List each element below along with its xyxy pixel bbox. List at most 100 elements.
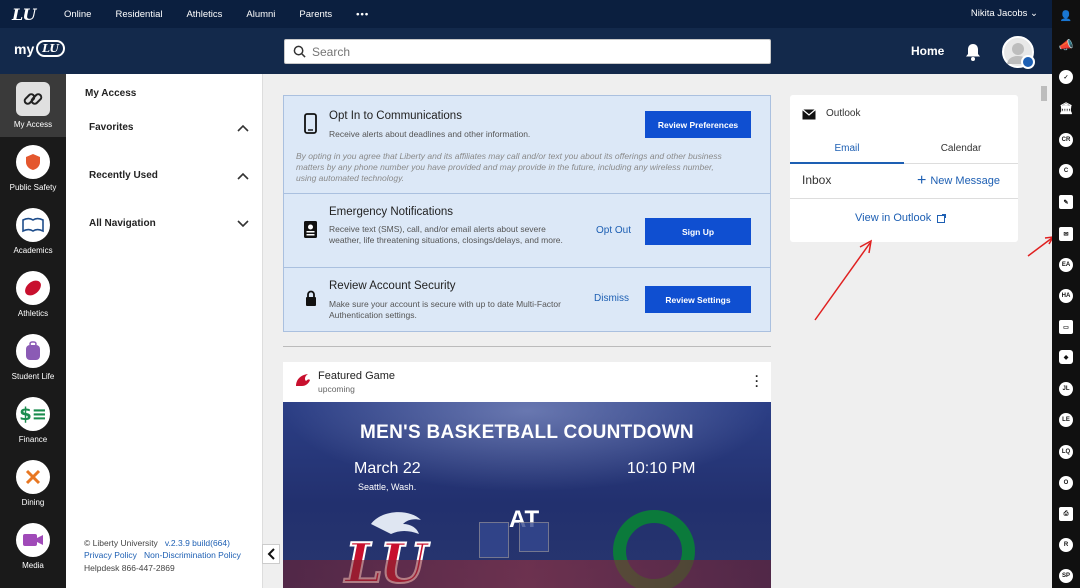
laptop-icon[interactable]: ▭ bbox=[1059, 320, 1073, 334]
leftnav-finance[interactable]: $≡ Finance bbox=[0, 389, 66, 452]
subnav-recently-used[interactable]: Recently Used bbox=[89, 170, 249, 181]
leftnav-label: Dining bbox=[21, 498, 45, 507]
outlook-card: Outlook Email Calendar Inbox + New Messa… bbox=[790, 95, 1018, 242]
collapse-sidebar-button[interactable] bbox=[262, 544, 280, 564]
top-nav-parents[interactable]: Parents bbox=[287, 9, 344, 20]
user-list-icon[interactable]: 👤 bbox=[1059, 9, 1073, 23]
mylu-logo[interactable]: my LU bbox=[14, 40, 65, 57]
leftnav-public-safety[interactable]: Public Safety bbox=[0, 137, 66, 200]
leftnav-academics[interactable]: Academics bbox=[0, 200, 66, 263]
jl-icon[interactable]: JL bbox=[1059, 382, 1073, 396]
document-icon[interactable]: ✎ bbox=[1059, 195, 1073, 209]
nondiscrimination-link[interactable]: Non-Discrimination Policy bbox=[144, 550, 241, 560]
opt-out-link[interactable]: Opt Out bbox=[596, 225, 631, 236]
chevron-down-icon[interactable] bbox=[237, 219, 249, 228]
lu-logo[interactable]: LU bbox=[12, 5, 42, 24]
top-nav-online[interactable]: Online bbox=[52, 9, 103, 20]
print-icon[interactable]: ⎙ bbox=[1059, 507, 1073, 521]
subnav-row-label: Favorites bbox=[89, 122, 134, 133]
avatar-settings-icon[interactable] bbox=[1021, 55, 1035, 69]
annotation-arrow bbox=[814, 239, 872, 321]
tag-icon[interactable]: ◆ bbox=[1059, 350, 1073, 364]
scroll-thumb[interactable] bbox=[1041, 86, 1047, 101]
view-in-outlook-link[interactable]: View in Outlook bbox=[855, 212, 947, 224]
scrollbar[interactable] bbox=[1038, 78, 1050, 588]
dismiss-link[interactable]: Dismiss bbox=[594, 293, 629, 304]
leftnav-label: Athletics bbox=[17, 309, 49, 318]
lq-icon[interactable]: LQ bbox=[1059, 445, 1073, 459]
leftnav-label: Public Safety bbox=[9, 183, 57, 192]
more-options-icon[interactable]: · · · bbox=[755, 370, 759, 392]
cr-icon[interactable]: CR bbox=[1059, 133, 1073, 147]
search-box[interactable] bbox=[284, 39, 771, 64]
user-menu[interactable]: Nikita Jacobs ⌄ bbox=[971, 8, 1038, 19]
featured-game-image[interactable]: MEN'S BASKETBALL COUNTDOWN March 22 Seat… bbox=[283, 402, 771, 588]
privacy-link[interactable]: Privacy Policy bbox=[84, 550, 137, 560]
more-menu-icon[interactable]: ••• bbox=[344, 9, 381, 20]
search-input[interactable] bbox=[312, 44, 752, 59]
bell-icon[interactable] bbox=[964, 42, 982, 65]
leftnav-media[interactable]: Media bbox=[0, 515, 66, 578]
le-icon[interactable]: LE bbox=[1059, 413, 1073, 427]
security-desc: Make sure your account is secure with up… bbox=[329, 299, 561, 320]
top-nav-alumni[interactable]: Alumni bbox=[234, 9, 287, 20]
new-message-label: New Message bbox=[930, 175, 1001, 187]
leftnav-label: Media bbox=[22, 561, 44, 570]
security-section: Review Account Security Make sure your a… bbox=[284, 268, 770, 331]
lock-icon bbox=[306, 290, 316, 306]
bank-icon[interactable]: 🏛 bbox=[1059, 101, 1073, 115]
version-link[interactable]: v.2.3.9 build(664) bbox=[165, 538, 230, 548]
avatar[interactable] bbox=[1002, 36, 1035, 69]
envelope-icon bbox=[802, 109, 816, 120]
book-icon bbox=[16, 208, 50, 242]
featured-header: Featured Game upcoming · · · bbox=[283, 362, 771, 402]
leftnav-athletics[interactable]: Athletics bbox=[0, 263, 66, 326]
mylu-badge: LU bbox=[36, 40, 65, 57]
leftnav-dining[interactable]: Dining bbox=[0, 452, 66, 515]
leftnav-my-access[interactable]: My Access bbox=[0, 74, 66, 137]
tab-email[interactable]: Email bbox=[790, 138, 904, 164]
chevron-left-icon bbox=[267, 548, 275, 560]
plus-icon: + bbox=[917, 172, 927, 189]
backpack-icon bbox=[16, 334, 50, 368]
review-preferences-button[interactable]: Review Preferences bbox=[645, 111, 751, 138]
subnav-row-label: All Navigation bbox=[89, 218, 156, 229]
game-date: March 22 bbox=[354, 460, 421, 477]
leftnav-student-life[interactable]: Student Life bbox=[0, 326, 66, 389]
utensils-icon bbox=[16, 460, 50, 494]
id-card-icon bbox=[304, 221, 317, 238]
ea-icon[interactable]: EA bbox=[1059, 258, 1073, 272]
chevron-up-icon[interactable] bbox=[237, 172, 249, 180]
scoreboard-left bbox=[479, 522, 509, 558]
leftnav-label: Academics bbox=[13, 246, 53, 255]
home-link[interactable]: Home bbox=[911, 44, 944, 58]
tab-calendar[interactable]: Calendar bbox=[904, 138, 1018, 164]
top-bar: LU Online Residential Athletics Alumni P… bbox=[0, 0, 1052, 28]
optin-title: Opt In to Communications bbox=[329, 110, 462, 122]
subnav-favorites[interactable]: Favorites bbox=[89, 122, 249, 133]
top-nav-athletics[interactable]: Athletics bbox=[174, 9, 234, 20]
emergency-title: Emergency Notifications bbox=[329, 206, 453, 218]
sp-icon[interactable]: SP bbox=[1059, 569, 1073, 583]
check-icon[interactable]: ✓ bbox=[1059, 70, 1073, 84]
new-message-button[interactable]: + New Message bbox=[917, 172, 1000, 190]
subnav-all-navigation[interactable]: All Navigation bbox=[89, 218, 249, 229]
top-nav-residential[interactable]: Residential bbox=[103, 9, 174, 20]
countdown-banner: MEN'S BASKETBALL COUNTDOWN bbox=[360, 422, 694, 443]
c-icon[interactable]: C bbox=[1059, 164, 1073, 178]
r-icon[interactable]: R bbox=[1059, 538, 1073, 552]
leftnav-label: Student Life bbox=[11, 372, 55, 381]
ha-icon[interactable]: HA bbox=[1059, 289, 1073, 303]
link-icon bbox=[16, 82, 50, 116]
o-icon[interactable]: O bbox=[1059, 476, 1073, 490]
section-divider bbox=[283, 346, 771, 347]
mail-icon[interactable]: ✉ bbox=[1059, 227, 1073, 241]
review-settings-button[interactable]: Review Settings bbox=[645, 286, 751, 313]
sign-up-button[interactable]: Sign Up bbox=[645, 218, 751, 245]
game-location: Seattle, Wash. bbox=[358, 482, 417, 492]
chevron-up-icon[interactable] bbox=[237, 124, 249, 132]
search-icon bbox=[293, 45, 306, 58]
emergency-desc: Receive text (SMS), call, and/or email a… bbox=[329, 224, 563, 245]
megaphone-icon[interactable]: 📣 bbox=[1059, 38, 1074, 52]
security-title: Review Account Security bbox=[329, 280, 456, 292]
